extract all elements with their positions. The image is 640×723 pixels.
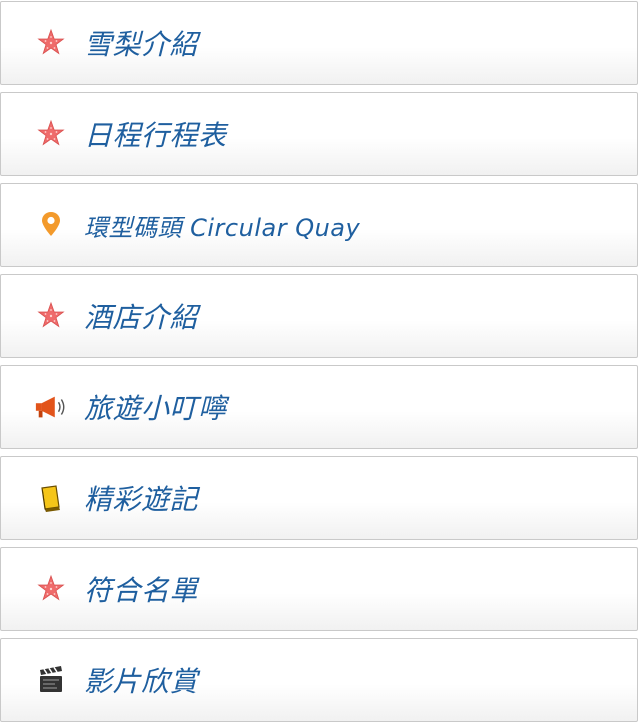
menu-item-travelogue[interactable]: 精彩遊記 bbox=[0, 456, 638, 540]
menu-item-video-gallery[interactable]: 影片欣賞 bbox=[0, 638, 638, 722]
menu-item-label: 旅遊小叮嚀 bbox=[84, 392, 227, 425]
starfish-icon bbox=[34, 572, 68, 606]
menu-item-itinerary[interactable]: 日程行程表 bbox=[0, 92, 638, 176]
menu-item-label: 符合名單 bbox=[84, 574, 199, 607]
starfish-icon bbox=[34, 117, 68, 151]
book-icon bbox=[34, 481, 68, 515]
menu-item-sydney-intro[interactable]: 雪梨介紹 bbox=[0, 1, 638, 85]
menu-item-qualified-list[interactable]: 符合名單 bbox=[0, 547, 638, 631]
menu-item-label: 環型碼頭 Circular Quay bbox=[84, 213, 361, 242]
menu-item-label: 酒店介紹 bbox=[84, 301, 199, 334]
menu-item-hotel-intro[interactable]: 酒店介紹 bbox=[0, 274, 638, 358]
menu-list: 雪梨介紹 日程行程表 環型碼頭 Circular Quay 酒店介紹 旅遊小叮嚀… bbox=[0, 0, 640, 723]
starfish-icon bbox=[34, 299, 68, 333]
menu-item-circular-quay[interactable]: 環型碼頭 Circular Quay bbox=[0, 183, 638, 267]
clapperboard-icon bbox=[34, 663, 68, 697]
menu-item-label: 精彩遊記 bbox=[84, 483, 199, 516]
menu-item-label: 日程行程表 bbox=[84, 119, 227, 152]
menu-item-label: 雪梨介紹 bbox=[84, 28, 199, 61]
megaphone-icon bbox=[34, 390, 68, 424]
starfish-icon bbox=[34, 26, 68, 60]
map-pin-icon bbox=[34, 208, 68, 242]
menu-item-label: 影片欣賞 bbox=[84, 665, 199, 698]
menu-item-travel-tips[interactable]: 旅遊小叮嚀 bbox=[0, 365, 638, 449]
